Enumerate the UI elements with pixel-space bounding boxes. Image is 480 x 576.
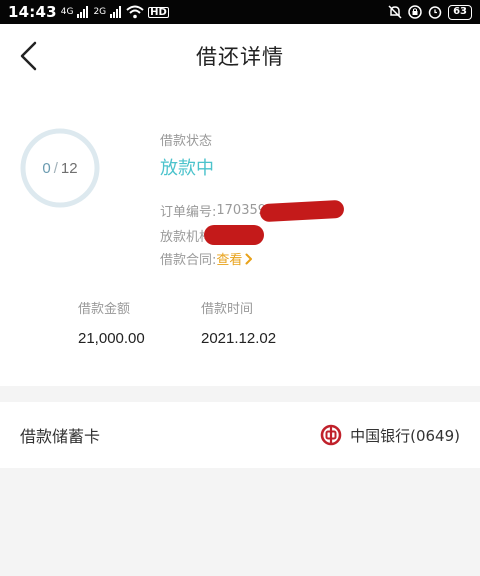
debit-card-label: 借款储蓄卡 (20, 427, 101, 446)
status-right: 63 (388, 4, 472, 20)
loan-status-label: 借款状态 (160, 134, 213, 149)
loan-amount-block: 借款金额 21,000.00 (78, 298, 145, 347)
chevron-left-icon (20, 41, 37, 71)
redaction-mark (204, 225, 265, 245)
lock-icon (408, 5, 422, 19)
progress-paid: 0 (42, 159, 51, 177)
status-time: 14:43 (8, 3, 57, 21)
chevron-right-icon (245, 253, 253, 264)
progress-total: 12 (60, 159, 78, 177)
status-bar: 14:43 4G 2G HD 63 (0, 0, 480, 24)
loan-status-value: 放款中 (160, 158, 214, 179)
view-contract-link[interactable]: 查看 (216, 249, 253, 268)
loan-contract-line: 借款合同: 查看 (160, 249, 253, 268)
signal-icon (77, 6, 89, 18)
signal-icon-secondary (110, 6, 122, 18)
network-2g-label: 2G (93, 6, 107, 17)
loan-contract-label: 借款合同: (160, 253, 217, 268)
page-header: 借还详情 (0, 24, 480, 88)
order-number-line: 订单编号: 170359 (160, 199, 345, 222)
page-title: 借还详情 (196, 45, 284, 69)
bell-muted-icon (388, 5, 402, 19)
status-left: 14:43 4G 2G HD (8, 3, 169, 21)
bank-name: 中国银行(0649) (350, 426, 460, 445)
repayment-progress-text: 0 / 12 (20, 128, 100, 208)
lending-institution-line: 放款机构: (160, 225, 265, 245)
network-4g-label: 4G (60, 6, 74, 17)
loan-time-label: 借款时间 (201, 302, 254, 317)
loan-time-value: 2021.12.02 (201, 330, 277, 347)
hd-badge: HD (148, 6, 169, 18)
debit-card-row[interactable]: 借款储蓄卡 中国银行(0649) (0, 402, 480, 468)
loan-time-block: 借款时间 2021.12.02 (201, 298, 276, 347)
order-number-label: 订单编号: (160, 205, 217, 220)
battery-indicator: 63 (448, 4, 472, 20)
loan-detail-card: 0 / 12 借款状态 放款中 订单编号: 170359 放款机构: 借款合同:… (0, 88, 480, 386)
loan-amount-value: 21,000.00 (78, 330, 145, 347)
alarm-icon (428, 6, 442, 19)
back-button[interactable] (14, 40, 42, 72)
order-number-value: 170359 (216, 203, 267, 218)
progress-separator: / (53, 159, 58, 177)
wifi-icon (126, 5, 144, 19)
loan-amount-label: 借款金额 (78, 302, 131, 317)
view-contract-text: 查看 (216, 253, 243, 268)
bank-info: 中国银行(0649) (320, 424, 460, 446)
redaction-mark (259, 199, 345, 222)
bank-of-china-logo-icon (320, 424, 342, 446)
